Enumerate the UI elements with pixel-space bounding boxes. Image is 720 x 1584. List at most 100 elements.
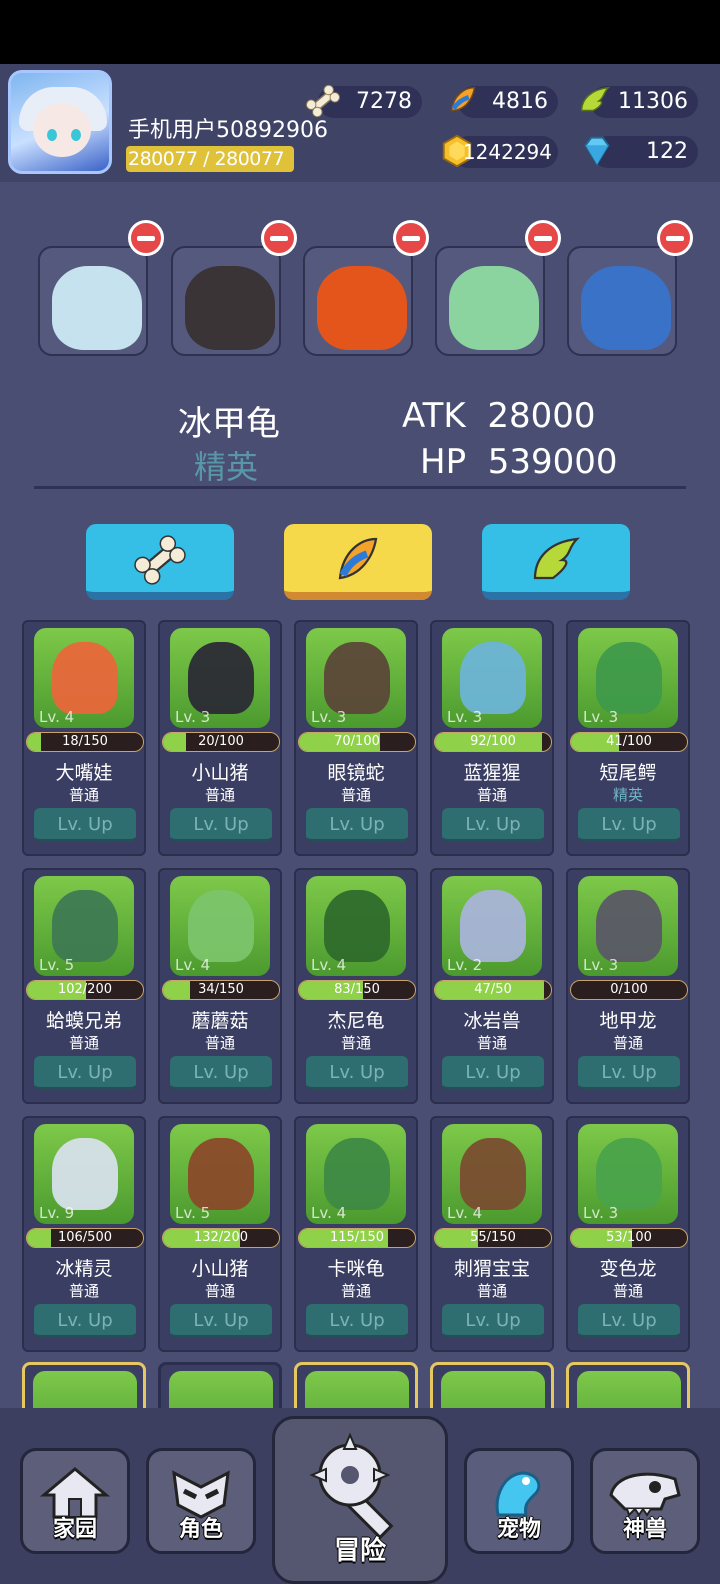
- diamond-resource[interactable]: 122: [584, 136, 698, 168]
- team-slot-hydra[interactable]: [567, 246, 677, 356]
- remove-from-team-button[interactable]: [393, 220, 429, 256]
- level-up-button[interactable]: Lv. Up: [578, 1304, 680, 1338]
- pet-portrait: [52, 266, 142, 350]
- pet-card[interactable]: Lv. 3 0/100 地甲龙 普通 Lv. Up: [566, 868, 690, 1104]
- atk-label: ATK: [402, 396, 466, 436]
- pet-progress-bar: 115/150: [298, 1228, 416, 1248]
- remove-from-team-button[interactable]: [657, 220, 693, 256]
- pet-rank: 普通: [476, 786, 507, 804]
- pet-card[interactable]: Lv. 3 53/100 变色龙 普通 Lv. Up: [566, 1116, 690, 1352]
- pet-rank: 普通: [204, 1282, 235, 1300]
- team-slot-orange-dino[interactable]: [303, 246, 413, 356]
- pet-name: 杰尼龟: [327, 1010, 385, 1032]
- team-slot-green-dino[interactable]: [435, 246, 545, 356]
- adventure-mace-icon: [309, 1432, 394, 1539]
- pet-rank: 普通: [204, 1034, 235, 1052]
- remove-from-team-button[interactable]: [128, 220, 164, 256]
- pet-progress-bar: 83/150: [298, 980, 416, 1000]
- feather-candy-resource[interactable]: 4816: [450, 86, 558, 118]
- pet-portrait: [317, 266, 407, 350]
- wing-resource[interactable]: 11306: [580, 86, 698, 118]
- pet-rank: 普通: [68, 786, 99, 804]
- pet-rank: 普通: [476, 1282, 507, 1300]
- pet-name: 大嘴娃: [55, 762, 113, 784]
- tab-bone[interactable]: [86, 524, 234, 600]
- hp-value: 539000: [487, 442, 618, 482]
- team-slot-dark-dragon[interactable]: [171, 246, 281, 356]
- pet-card[interactable]: Lv. 3 70/100 眼镜蛇 普通 Lv. Up: [294, 620, 418, 856]
- pet-card[interactable]: Lv. 5 102/200 蛤蟆兄弟 普通 Lv. Up: [22, 868, 146, 1104]
- level-up-button[interactable]: Lv. Up: [170, 1056, 272, 1090]
- pet-card[interactable]: Lv. 4 18/150 大嘴娃普通 Lv. Up: [22, 620, 146, 856]
- pet-name: 刺猬宝宝: [453, 1258, 530, 1280]
- wing-icon: [580, 86, 611, 112]
- remove-from-team-button[interactable]: [261, 220, 297, 256]
- gold-resource[interactable]: 1242294: [442, 134, 558, 168]
- level-up-button[interactable]: Lv. Up: [442, 1056, 544, 1090]
- pet-portrait: Lv. 4: [306, 876, 406, 976]
- level-up-button[interactable]: Lv. Up: [578, 808, 680, 842]
- tab-wing[interactable]: [482, 524, 630, 600]
- pet-progress-text: 34/150: [198, 982, 244, 997]
- level-up-button[interactable]: Lv. Up: [34, 1056, 136, 1090]
- level-up-button[interactable]: Lv. Up: [170, 808, 272, 842]
- nav-label: 角色: [178, 1517, 223, 1542]
- pet-portrait: Lv. 4: [170, 876, 270, 976]
- atk-value: 28000: [487, 396, 596, 436]
- pet-progress-bar: 18/150: [26, 732, 144, 752]
- nav-beast[interactable]: 神兽: [590, 1448, 700, 1554]
- pet-portrait: Lv. 4: [306, 1124, 406, 1224]
- level-up-button[interactable]: Lv. Up: [34, 808, 136, 842]
- wing-count: 11306: [618, 89, 688, 114]
- pet-progress-bar: 132/200: [162, 1228, 280, 1248]
- team-slot-ice-turtle[interactable]: [38, 246, 148, 356]
- level-up-button[interactable]: Lv. Up: [306, 808, 408, 842]
- level-up-button[interactable]: Lv. Up: [170, 1304, 272, 1338]
- pet-figure: [324, 890, 390, 962]
- pet-rank: 普通: [476, 1034, 507, 1052]
- pet-progress-text: 102/200: [57, 982, 112, 997]
- nav-adventure[interactable]: 冒险: [272, 1416, 448, 1584]
- remove-from-team-button[interactable]: [525, 220, 561, 256]
- player-avatar[interactable]: [8, 70, 112, 174]
- pet-card[interactable]: Lv. 4 55/150 刺猬宝宝 普通 Lv. Up: [430, 1116, 554, 1352]
- pet-card[interactable]: Lv. 5 132/200 小山猪 普通 Lv. Up: [158, 1116, 282, 1352]
- nav-label: 神兽: [622, 1517, 667, 1542]
- nav-home[interactable]: 家园: [20, 1448, 130, 1554]
- exp-bar: 280077 / 280077: [126, 146, 294, 172]
- pet-card[interactable]: Lv. 4 83/150 杰尼龟 普通 Lv. Up: [294, 868, 418, 1104]
- pet-progress-text: 132/200: [193, 1230, 248, 1245]
- level-up-button[interactable]: Lv. Up: [306, 1056, 408, 1090]
- level-up-button[interactable]: Lv. Up: [442, 1304, 544, 1338]
- wing-icon: [533, 537, 581, 580]
- tab-feather-candy[interactable]: [284, 524, 432, 600]
- pet-portrait: [581, 266, 671, 350]
- pet-card[interactable]: Lv. 9 106/500 冰精灵 普通 Lv. Up: [22, 1116, 146, 1352]
- pet-portrait: Lv. 9: [34, 1124, 134, 1224]
- pet-name: 卡咪龟: [327, 1258, 385, 1280]
- pet-card[interactable]: Lv. 4 34/150 蘑蘑菇 普通 Lv. Up: [158, 868, 282, 1104]
- top-bar: 手机用户50892906 280077 / 280077 7278 4816 1…: [0, 64, 720, 182]
- pet-card[interactable]: Lv. 2 47/50 冰岩兽 普通 Lv. Up: [430, 868, 554, 1104]
- level-up-button[interactable]: Lv. Up: [578, 1056, 680, 1090]
- pet-card[interactable]: Lv. 3 41/100 短尾鳄 精英 Lv. Up: [566, 620, 690, 856]
- pet-card[interactable]: Lv. 4 115/150 卡咪龟 普通 Lv. Up: [294, 1116, 418, 1352]
- pet-card[interactable]: Lv. 3 92/100 蓝猩猩 普通 Lv. Up: [430, 620, 554, 856]
- pet-figure: [188, 890, 254, 962]
- level-up-button[interactable]: Lv. Up: [34, 1304, 136, 1338]
- pet-progress-bar: 55/150: [434, 1228, 552, 1248]
- pet-card[interactable]: Lv. 3 20/100 小山猪 普通 Lv. Up: [158, 620, 282, 856]
- nav-pet[interactable]: 宠物: [464, 1448, 574, 1554]
- bone-resource[interactable]: 7278: [305, 84, 422, 118]
- level-up-button[interactable]: Lv. Up: [442, 808, 544, 842]
- pet-figure: [596, 642, 662, 714]
- pet-name: 小山猪: [191, 1258, 249, 1280]
- pet-progress-text: 92/100: [470, 734, 516, 749]
- level-up-button[interactable]: Lv. Up: [306, 1304, 408, 1338]
- pet-level: Lv. 3: [583, 956, 619, 974]
- nav-character[interactable]: 角色: [146, 1448, 256, 1554]
- pet-progress-bar: 20/100: [162, 732, 280, 752]
- pet-portrait: Lv. 4: [34, 628, 134, 728]
- pet-figure: [52, 890, 118, 962]
- pet-progress-text: 41/100: [606, 734, 652, 749]
